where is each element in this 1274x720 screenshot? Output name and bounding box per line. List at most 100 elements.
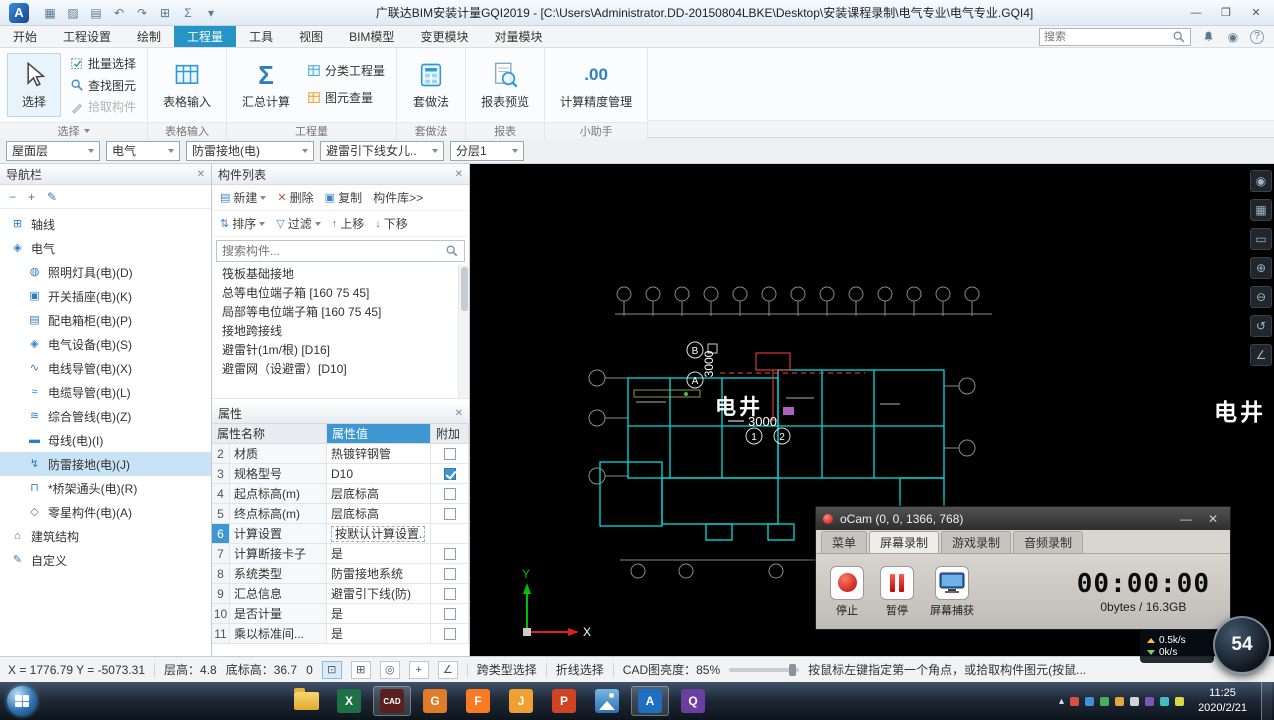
layers-icon[interactable]: ▦ (1250, 199, 1272, 221)
assistant-icon[interactable]: ◉ (1225, 29, 1241, 45)
list-item[interactable]: 避雷网（设避雷）[D10] (212, 360, 469, 379)
snap-toggle-icon[interactable]: ⊞ (350, 660, 371, 679)
new-icon[interactable]: ▤ (88, 5, 104, 21)
ocam-stop-button[interactable]: 停止 (830, 565, 864, 618)
slider-thumb[interactable] (788, 663, 796, 676)
calc-icon[interactable]: ⊞ (157, 5, 173, 21)
nav-section-custom[interactable]: ✎ 自定义 (0, 548, 211, 572)
precision-manage-button[interactable]: .00 计算精度管理 (552, 53, 640, 117)
select-button[interactable]: 选择 (7, 53, 61, 117)
taskbar-glodon-app[interactable]: G (416, 686, 454, 716)
tab-project-settings[interactable]: 工程设置 (50, 26, 124, 47)
security-speed-ball[interactable]: 54 (1213, 616, 1271, 674)
scrollbar-thumb[interactable] (461, 267, 468, 311)
tab-start[interactable]: 开始 (0, 26, 50, 47)
nav-item-busbar[interactable]: ▬ 母线(电)(I) (0, 428, 211, 452)
component-search[interactable] (216, 240, 465, 262)
zoom-out-icon[interactable]: ⊖ (1250, 286, 1272, 308)
nav-section-structure[interactable]: ⌂ 建筑结构 (0, 524, 211, 548)
taskbar-gqi2019[interactable]: A (631, 686, 669, 716)
nav-item-wire-conduit[interactable]: ∿ 电线导管(电)(X) (0, 356, 211, 380)
tray-icon[interactable] (1070, 696, 1080, 706)
close-icon[interactable]: ✕ (197, 169, 205, 180)
notification-bell-icon[interactable] (1200, 29, 1216, 45)
tab-tools[interactable]: 工具 (236, 26, 286, 47)
network-speed-overlay[interactable]: 0.5k/s 0k/s (1140, 630, 1214, 663)
tab-change-module[interactable]: 变更模块 (407, 26, 481, 47)
start-button[interactable] (7, 686, 37, 716)
nav-item-cable-conduit[interactable]: ≈ 电缆导管(电)(L) (0, 380, 211, 404)
taskbar-clock[interactable]: 11:25 2020/2/21 (1190, 686, 1255, 716)
nav-section-electrical[interactable]: ◈ 电气 (0, 236, 211, 260)
zoom-in-icon[interactable]: ⊕ (1250, 257, 1272, 279)
taskbar-app-orange[interactable]: J (502, 686, 540, 716)
attach-checkbox[interactable] (443, 587, 456, 600)
tray-icon[interactable] (1100, 696, 1110, 706)
more-icon[interactable]: ▾ (203, 5, 219, 21)
search-box[interactable] (1039, 27, 1191, 46)
ocam-pause-button[interactable]: 暂停 (880, 565, 914, 618)
list-item[interactable]: 接地跨接线 (212, 322, 469, 341)
group-label-select[interactable]: 选择 (0, 122, 148, 139)
close-icon[interactable]: ✕ (455, 408, 463, 419)
apply-method-button[interactable]: 套做法 (404, 53, 458, 117)
list-item[interactable]: 筏板基础接地 (212, 265, 469, 284)
nav-item-lighting[interactable]: ◍ 照明灯具(电)(D) (0, 260, 211, 284)
close-button[interactable]: ✕ (1242, 3, 1270, 23)
move-up-button[interactable]: ↑ 上移 (328, 213, 369, 234)
tab-bim-model[interactable]: BIM模型 (336, 26, 407, 47)
taskbar-excel[interactable]: X (330, 686, 368, 716)
measure-angle-icon[interactable]: ∠ (1250, 344, 1272, 366)
minimize-button[interactable]: — (1182, 3, 1210, 23)
ocam-close-button[interactable]: ✕ (1203, 512, 1223, 526)
table-input-button[interactable]: 表格输入 (155, 53, 219, 117)
nav-item-integrated-pipeline[interactable]: ≋ 综合管线(电)(Z) (0, 404, 211, 428)
component-select[interactable]: 避雷引下线女儿.. (320, 140, 444, 161)
undo-view-icon[interactable]: ↺ (1250, 315, 1272, 337)
ocam-tab-menu[interactable]: 菜单 (821, 531, 868, 553)
list-item[interactable]: 避雷针(1m/根) [D16] (212, 341, 469, 360)
category-select[interactable]: 防雷接地(电) (186, 140, 314, 161)
batch-select-button[interactable]: 批量选择 (66, 54, 140, 73)
cad-viewport[interactable]: B A 3000 电井 3000 1 2 电井 Y X ◉ ▦ ▭ ⊕ ⊖ ↺ … (470, 164, 1274, 656)
maximize-button[interactable]: ❐ (1212, 3, 1240, 23)
search-input[interactable] (1044, 30, 1169, 43)
attach-checkbox[interactable] (443, 567, 456, 580)
ocam-tab-game-record[interactable]: 游戏录制 (941, 531, 1012, 553)
taskbar-autocad[interactable]: CAD (373, 686, 411, 716)
tab-quantity[interactable]: 工程量 (174, 26, 237, 47)
attach-checkbox[interactable] (443, 467, 456, 480)
tab-draw[interactable]: 绘制 (124, 26, 174, 47)
screenshot-camera-icon[interactable]: ◉ (1250, 170, 1272, 192)
report-preview-button[interactable]: 报表预览 (473, 53, 537, 117)
attach-checkbox[interactable] (443, 487, 456, 500)
move-down-button[interactable]: ↓ 下移 (371, 213, 412, 234)
tray-icon[interactable] (1115, 696, 1125, 706)
component-library-button[interactable]: 构件库>> (369, 187, 427, 208)
nav-item-lightning-grounding[interactable]: ↯ 防雷接地(电)(J) (0, 452, 211, 476)
taskbar-app-purple[interactable]: Q (674, 686, 712, 716)
sum-icon[interactable]: Σ (180, 5, 196, 21)
tray-icon[interactable] (1145, 696, 1155, 706)
ocam-minimize-button[interactable]: — (1176, 512, 1196, 526)
open-icon[interactable]: ▨ (65, 5, 81, 21)
nav-item-distribution-box[interactable]: ▤ 配电箱柜(电)(P) (0, 308, 211, 332)
ortho-toggle-icon[interactable]: ∠ (437, 660, 458, 679)
taskbar-explorer-folder[interactable] (287, 686, 325, 716)
nav-item-tray-fitting[interactable]: ⊓ *桥架通头(电)(R) (0, 476, 211, 500)
ocam-tab-screen-record[interactable]: 屏幕录制 (869, 531, 940, 553)
category-quantity-button[interactable]: 分类工程量 (303, 61, 389, 80)
layer-select[interactable]: 分层1 (450, 140, 524, 161)
summary-calc-button[interactable]: Σ 汇总计算 (234, 53, 298, 117)
attach-checkbox[interactable] (443, 547, 456, 560)
component-search-input[interactable] (222, 244, 445, 258)
tray-icon[interactable] (1130, 696, 1140, 706)
attach-checkbox[interactable] (443, 447, 456, 460)
copy-component-button[interactable]: ▣ 复制 (321, 187, 366, 208)
element-quantity-button[interactable]: 图元查量 (303, 88, 389, 107)
list-item[interactable]: 局部等电位端子箱 [160 75 45] (212, 303, 469, 322)
ocam-capture-button[interactable]: 屏幕捕获 (930, 565, 974, 618)
new-component-button[interactable]: ▤ 新建 (216, 187, 270, 208)
edit-icon[interactable]: ✎ (47, 190, 57, 204)
floor-select[interactable]: 屋面层 (6, 140, 100, 161)
